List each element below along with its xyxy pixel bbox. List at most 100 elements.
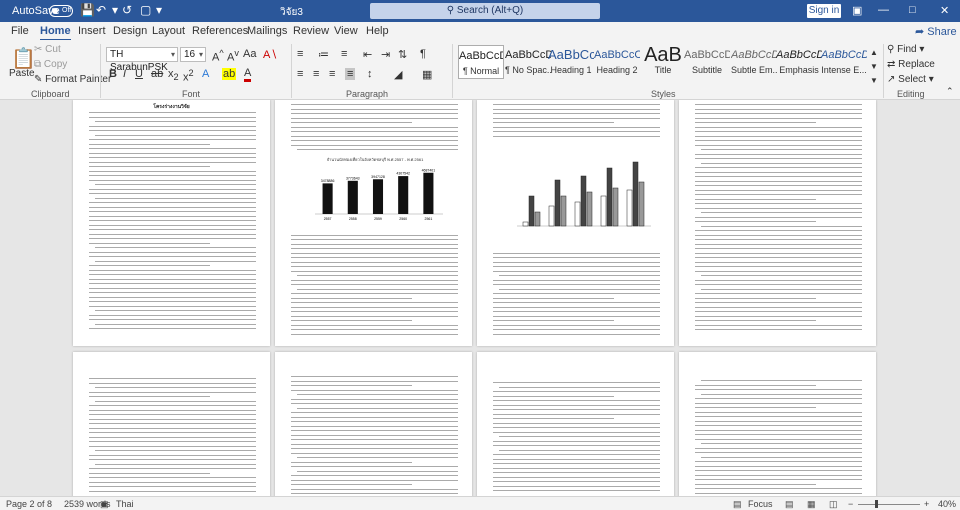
show-formatting-marks-icon[interactable]: ¶ [420, 48, 426, 60]
font-size-select[interactable]: 16 ▾ [180, 47, 206, 62]
font-name-select[interactable]: TH SarabunPSK ▾ [106, 47, 178, 73]
styles-more-icon[interactable]: ▼ [870, 76, 878, 85]
style-subtitle[interactable]: AaBbCcD Subtitle [684, 45, 730, 79]
zoom-slider[interactable] [858, 504, 920, 505]
decrease-indent-icon[interactable]: ⇤ [363, 48, 372, 61]
line-spacing-icon[interactable]: ↕ [367, 68, 373, 80]
underline-icon[interactable]: U [135, 68, 143, 80]
select-button[interactable]: ↗ Select ▾ [887, 74, 934, 85]
justify-icon[interactable]: ≡ [345, 68, 356, 80]
proofing-icon[interactable]: ▣ [100, 499, 109, 510]
read-mode-icon[interactable]: ▤ [785, 499, 794, 510]
focus-button[interactable]: Focus [748, 499, 773, 509]
style-emphasis[interactable]: AaBbCcDd Emphasis [776, 45, 822, 79]
language-indicator[interactable]: Thai [116, 499, 134, 509]
tab-design[interactable]: Design [113, 25, 147, 37]
document-page[interactable]: โครงร่างงานวิจัย [73, 100, 270, 346]
text-line [493, 400, 660, 401]
grow-font-icon[interactable]: A^ [212, 48, 224, 64]
style-intense-emphasis[interactable]: AaBbCcDd Intense E... [821, 45, 867, 79]
zoom-in-icon[interactable]: + [924, 499, 929, 509]
web-layout-icon[interactable]: ◫ [829, 499, 838, 510]
share-button[interactable]: ➦ Share [915, 25, 957, 38]
align-center-icon[interactable]: ≡ [313, 68, 319, 80]
style-subtle-emphasis[interactable]: AaBbCcDd Subtle Em... [731, 45, 777, 79]
subscript-icon[interactable]: x2 [168, 68, 179, 82]
document-page[interactable]: จำนวนนักท่องเที่ยวในจังหวัดชลบุรี พ.ศ.25… [275, 100, 472, 346]
autosave-toggle[interactable]: Off [49, 5, 73, 17]
superscript-icon[interactable]: x2 [183, 68, 194, 84]
document-page[interactable] [679, 352, 876, 496]
zoom-level[interactable]: 40% [938, 499, 956, 509]
highlight-icon[interactable]: ab [222, 68, 237, 80]
document-page[interactable] [275, 352, 472, 496]
minimize-icon[interactable]: — [878, 4, 889, 16]
text-line [695, 117, 862, 119]
tab-review[interactable]: Review [293, 25, 329, 37]
search-input[interactable]: ⚲ Search (Alt+Q) [370, 3, 600, 19]
find-button[interactable]: ⚲ Find ▾ [887, 44, 924, 55]
zoom-slider-handle[interactable] [875, 500, 878, 508]
styles-scroll-up-icon[interactable]: ▲ [870, 48, 878, 57]
tab-layout[interactable]: Layout [152, 25, 185, 37]
style-heading-1[interactable]: AaBbCc Heading 1 [548, 45, 594, 79]
document-page[interactable] [477, 352, 674, 496]
text-line [701, 162, 862, 164]
undo-icon[interactable]: ↶ [96, 3, 106, 17]
undo-dropdown-icon[interactable]: ▾ [112, 3, 118, 17]
tab-insert[interactable]: Insert [78, 25, 106, 37]
text-line [695, 311, 862, 312]
increase-indent-icon[interactable]: ⇥ [381, 48, 390, 61]
shrink-font-icon[interactable]: Av [227, 48, 239, 64]
copy-button[interactable]: ⧉ Copy [34, 59, 67, 70]
change-case-icon[interactable]: Aa [243, 48, 256, 60]
print-layout-icon[interactable]: ▦ [807, 499, 816, 510]
maximize-icon[interactable]: □ [909, 4, 916, 16]
zoom-out-icon[interactable]: − [848, 499, 853, 509]
text-line [291, 252, 458, 254]
tab-view[interactable]: View [334, 25, 358, 37]
document-page[interactable] [477, 100, 674, 346]
save-icon[interactable]: 💾 [80, 3, 95, 17]
numbering-icon[interactable]: ≔ [318, 48, 329, 61]
text-line [493, 320, 614, 321]
tab-mailings[interactable]: Mailings [247, 25, 287, 37]
style-heading-2[interactable]: AaBbCcC Heading 2 [594, 45, 640, 79]
paste-button[interactable]: Paste [9, 68, 35, 79]
page-count[interactable]: Page 2 of 8 [6, 499, 52, 509]
sign-in-button[interactable]: Sign in [807, 4, 841, 18]
customize-toolbar-icon[interactable]: ▾ [156, 3, 162, 17]
cut-button[interactable]: ✂ Cut [34, 44, 61, 55]
borders-icon[interactable]: ▦ [422, 68, 432, 81]
multilevel-list-icon[interactable]: ≡ [341, 48, 347, 60]
print-preview-icon[interactable]: ▢ [140, 3, 151, 17]
shading-icon[interactable]: ◢ [394, 68, 402, 81]
tab-references[interactable]: References [192, 25, 248, 37]
collapse-ribbon-icon[interactable]: ⌃ [946, 86, 954, 97]
style-normal[interactable]: AaBbCcDd ¶ Normal [458, 45, 504, 79]
tab-help[interactable]: Help [366, 25, 389, 37]
tab-file[interactable]: File [11, 25, 29, 37]
italic-icon[interactable]: I [123, 68, 126, 80]
tab-home[interactable]: Home [40, 25, 71, 41]
font-color-icon[interactable]: A [244, 68, 252, 82]
close-icon[interactable]: ✕ [940, 4, 949, 17]
align-right-icon[interactable]: ≡ [329, 68, 335, 80]
focus-icon[interactable]: ▤ [733, 499, 742, 510]
document-workspace[interactable]: โครงร่างงานวิจัย จำนวนนักท่องเที่ยวในจัง… [0, 100, 960, 496]
replace-button[interactable]: ⇄ Replace [887, 59, 935, 70]
text-effects-icon[interactable]: A [202, 68, 209, 80]
style-no-spacing[interactable]: AaBbCcDd ¶ No Spac... [505, 45, 551, 79]
ribbon-display-options-icon[interactable]: ▣ [852, 4, 862, 17]
bold-icon[interactable]: B [109, 68, 117, 80]
sort-icon[interactable]: ⇅ [398, 48, 407, 61]
bullets-icon[interactable]: ≡ [297, 48, 303, 60]
clear-formatting-icon[interactable]: A∖ [263, 48, 277, 61]
styles-scroll-down-icon[interactable]: ▼ [870, 62, 878, 71]
document-page[interactable] [73, 352, 270, 496]
align-left-icon[interactable]: ≡ [297, 68, 303, 80]
document-page[interactable] [679, 100, 876, 346]
strikethrough-icon[interactable]: ab [151, 68, 163, 80]
redo-icon[interactable]: ↺ [122, 3, 132, 17]
style-title[interactable]: AaB Title [640, 45, 686, 79]
